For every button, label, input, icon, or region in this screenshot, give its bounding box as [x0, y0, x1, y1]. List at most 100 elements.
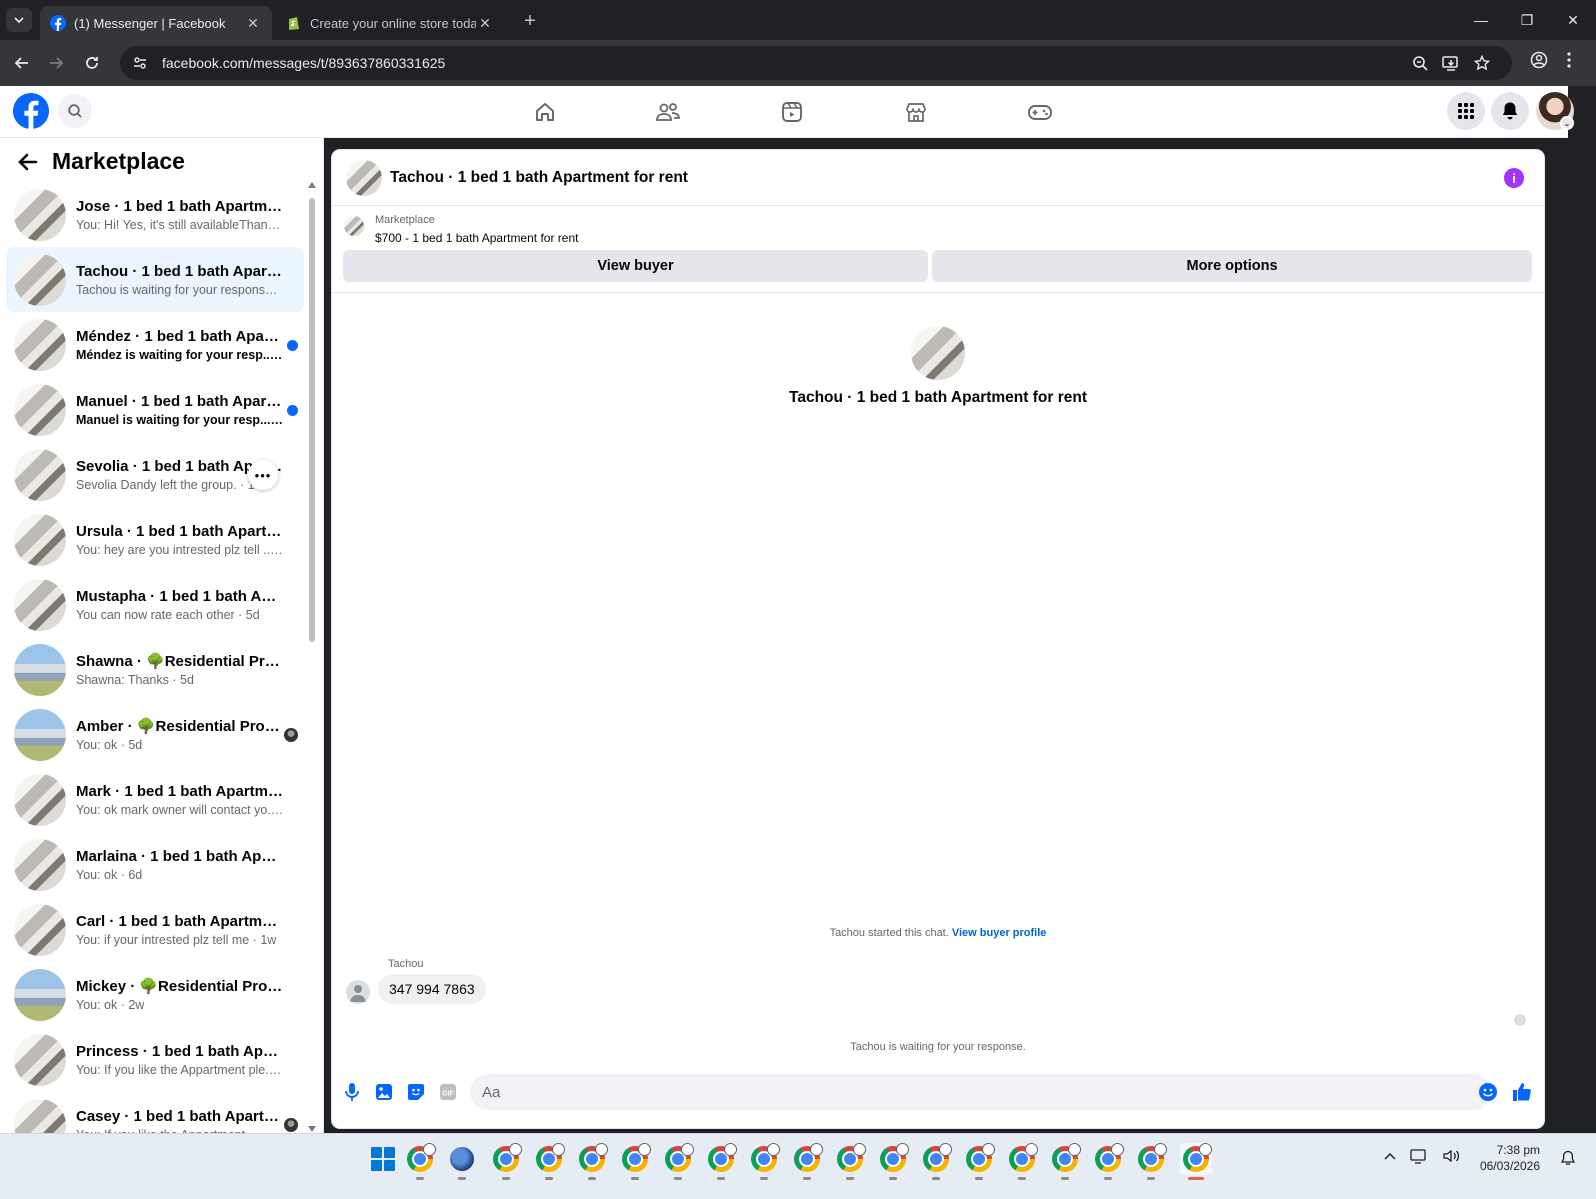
like-thumb-icon[interactable] [1512, 1082, 1532, 1102]
nav-video[interactable] [778, 98, 806, 126]
install-app-icon[interactable] [1442, 55, 1460, 71]
reload-button[interactable] [80, 51, 104, 75]
taskbar-chrome-icon[interactable] [404, 1143, 436, 1180]
taskbar-chrome-icon[interactable] [1092, 1143, 1124, 1180]
taskbar-chrome-icon[interactable] [1049, 1143, 1081, 1180]
taskbar-chrome-icon[interactable] [533, 1143, 565, 1180]
taskbar-chrome-icon[interactable] [1006, 1143, 1038, 1180]
volume-icon[interactable] [1442, 1148, 1460, 1164]
windows-start-icon[interactable] [371, 1147, 395, 1171]
friends-icon [656, 103, 680, 121]
menu-grid-button[interactable] [1447, 92, 1485, 130]
conversation-item[interactable]: Manuel · 1 bed 1 bath Apartm... Manuel is… [6, 377, 304, 442]
minimize-icon[interactable]: — [1458, 0, 1504, 40]
taskbar-chrome-icon[interactable] [920, 1143, 952, 1180]
more-options-button[interactable]: More options [932, 250, 1532, 282]
listing-title[interactable]: $700 - 1 bed 1 bath Apartment for rent [375, 231, 578, 245]
conversation-item[interactable]: Carl · 1 bed 1 bath Apartment fo... You: … [6, 897, 304, 962]
taskbar-chrome-icon[interactable] [619, 1143, 651, 1180]
clock[interactable]: 7:38 pm 06/03/2026 [1478, 1142, 1540, 1174]
microphone-icon[interactable] [342, 1082, 362, 1102]
notification-bell-icon[interactable] [1560, 1150, 1576, 1166]
browser-tab-shopify[interactable]: Create your online store today ✕ [276, 6, 504, 40]
scrollbar-thumb[interactable] [309, 198, 315, 642]
close-tab-icon[interactable]: ✕ [244, 14, 262, 32]
new-tab-button[interactable]: + [518, 9, 542, 33]
nav-friends[interactable] [654, 98, 682, 126]
view-buyer-profile-link[interactable]: View buyer profile [952, 927, 1047, 939]
conversation-item[interactable]: Mark · 1 bed 1 bath Apartment f... You: o… [6, 767, 304, 832]
browser-tab-messenger[interactable]: (1) Messenger | Facebook ✕ [40, 6, 272, 40]
info-icon[interactable]: i [1504, 168, 1524, 188]
browser-profile-icon[interactable] [1530, 51, 1548, 69]
sticker-icon[interactable] [406, 1082, 426, 1102]
conversation-thumbnail [14, 513, 66, 566]
conversation-item[interactable]: Shawna · 🌳Residential Properti... Shawna:… [6, 637, 304, 702]
bookmark-star-icon[interactable] [1474, 55, 1490, 71]
gif-icon[interactable]: GIF [438, 1082, 458, 1102]
conversation-item[interactable]: Méndez · 1 bed 1 bath Apartm... Méndez is… [6, 312, 304, 377]
message-input[interactable] [470, 1074, 1492, 1110]
running-indicator [1018, 1177, 1026, 1180]
forward-button[interactable] [44, 51, 68, 75]
running-indicator [932, 1177, 940, 1180]
message-bubble[interactable]: 347 994 7863 [378, 974, 486, 1004]
taskbar-chrome-icon[interactable] [791, 1143, 823, 1180]
taskbar-chrome-icon[interactable] [834, 1143, 866, 1180]
site-info-icon[interactable] [130, 53, 150, 73]
taskbar-chrome-icon[interactable] [1135, 1143, 1167, 1180]
conversation-item[interactable]: Mustapha · 1 bed 1 bath Apartm... You can… [6, 572, 304, 637]
taskbar-chrome-icon[interactable] [576, 1143, 608, 1180]
address-bar[interactable]: facebook.com/messages/t/893637860331625 [120, 46, 1512, 80]
emoji-icon[interactable] [1478, 1082, 1498, 1102]
conversation-item[interactable]: Mickey · 🌳Residential Properti... You: ok… [6, 962, 304, 1027]
scroll-up-icon[interactable] [308, 182, 316, 188]
taskbar-chrome-icon[interactable] [963, 1143, 995, 1180]
clock-date: 06/03/2026 [1479, 1159, 1540, 1173]
back-button[interactable] [10, 51, 34, 75]
chat-thread-avatar[interactable] [346, 159, 382, 196]
chat-header-title[interactable]: Tachou · 1 bed 1 bath Apartment for rent [390, 169, 688, 187]
conversation-thumbnail [14, 448, 66, 501]
taskbar-chrome-icon[interactable] [705, 1143, 737, 1180]
taskbar-chrome-icon[interactable] [877, 1143, 909, 1180]
close-window-icon[interactable]: ✕ [1550, 0, 1596, 40]
network-icon[interactable] [1410, 1148, 1428, 1164]
listing-thumbnail[interactable] [344, 216, 364, 236]
taskbar-globe-app-icon[interactable] [446, 1143, 478, 1180]
nav-marketplace[interactable] [902, 98, 930, 126]
nav-home[interactable] [531, 98, 559, 126]
facebook-logo-icon[interactable] [12, 92, 50, 130]
conversation-item[interactable]: Ursula · 1 bed 1 bath Apartment ... You: … [6, 507, 304, 572]
chevron-down-icon[interactable]: ⌄ [1560, 116, 1574, 130]
conversation-item[interactable]: Amber · 🌳Residential Proper... You: ok · … [6, 702, 304, 767]
conversation-more-button[interactable]: ••• [248, 460, 278, 490]
conversation-item[interactable]: Sevolia · 1 bed 1 bath Apartm... Sevolia … [6, 442, 304, 507]
tab-search-button[interactable] [6, 8, 32, 32]
sidebar-scrollbar[interactable] [306, 182, 318, 1132]
facebook-search-button[interactable] [58, 94, 92, 128]
url-text[interactable]: facebook.com/messages/t/893637860331625 [162, 55, 1412, 71]
conversation-item[interactable]: Jose · 1 bed 1 bath Apartment fo... You: … [6, 182, 304, 247]
scroll-down-icon[interactable] [308, 1126, 316, 1132]
view-buyer-button[interactable]: View buyer [343, 250, 928, 282]
back-arrow-icon[interactable] [16, 150, 40, 174]
restore-icon[interactable]: ❐ [1504, 0, 1550, 40]
notifications-button[interactable] [1491, 92, 1529, 130]
conversation-item[interactable]: Marlaina · 1 bed 1 bath Apartme... You: o… [6, 832, 304, 897]
close-tab-icon[interactable]: ✕ [476, 14, 494, 32]
taskbar-chrome-icon[interactable] [490, 1143, 522, 1180]
taskbar-chrome-icon[interactable] [1180, 1143, 1212, 1180]
taskbar-chrome-icon[interactable] [662, 1143, 694, 1180]
conversation-name: Ursula · 1 bed 1 bath Apartment ... [76, 522, 284, 540]
conversation-item[interactable]: Tachou · 1 bed 1 bath Apartment... Tachou… [6, 247, 304, 312]
sender-avatar[interactable] [346, 980, 370, 1004]
chevron-up-icon[interactable] [1384, 1152, 1396, 1160]
conversation-item[interactable]: Princess · 1 bed 1 bath Apartme... You: I… [6, 1027, 304, 1092]
zoom-icon[interactable] [1412, 55, 1428, 71]
browser-menu-icon[interactable] [1566, 51, 1572, 69]
taskbar-chrome-icon[interactable] [748, 1143, 780, 1180]
photo-attach-icon[interactable] [374, 1082, 394, 1102]
nav-gaming[interactable] [1026, 98, 1054, 126]
windows-taskbar: 7:38 pm 06/03/2026 [0, 1133, 1596, 1199]
